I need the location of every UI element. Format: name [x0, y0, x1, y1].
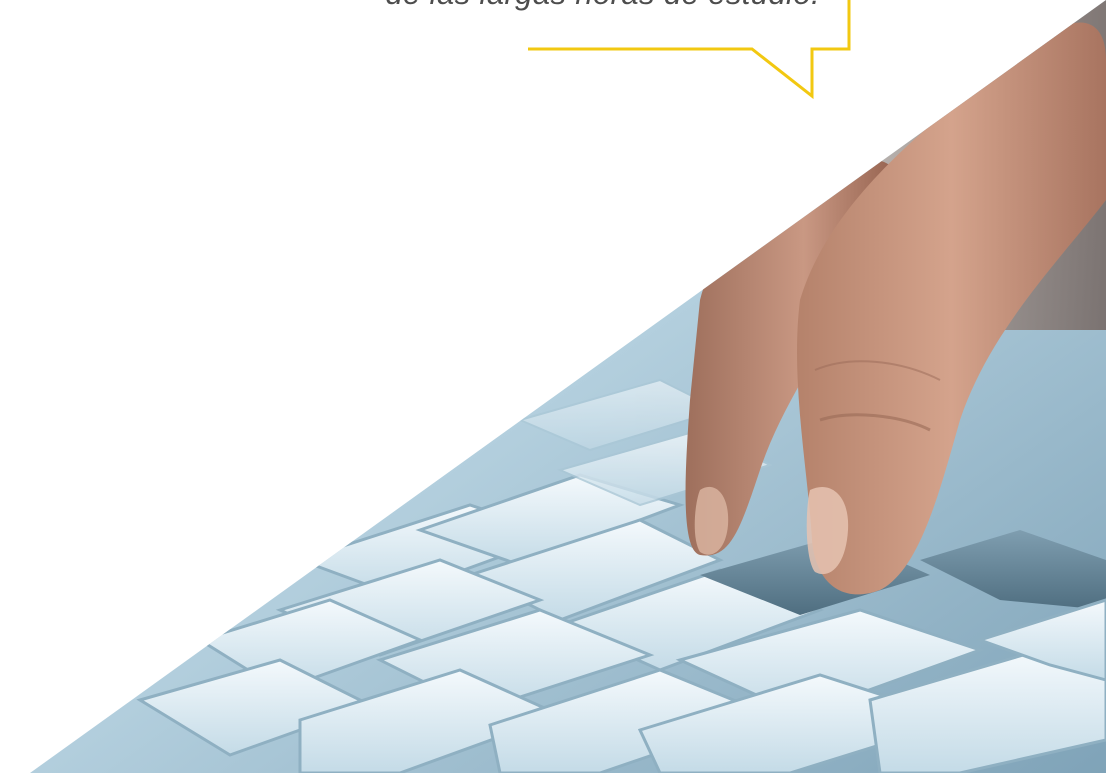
speech-bubble-outline: [528, 0, 851, 100]
slide: de las largas horas de estudio.: [0, 0, 1106, 773]
quote-text: de las largas horas de estudio.: [300, 0, 820, 14]
